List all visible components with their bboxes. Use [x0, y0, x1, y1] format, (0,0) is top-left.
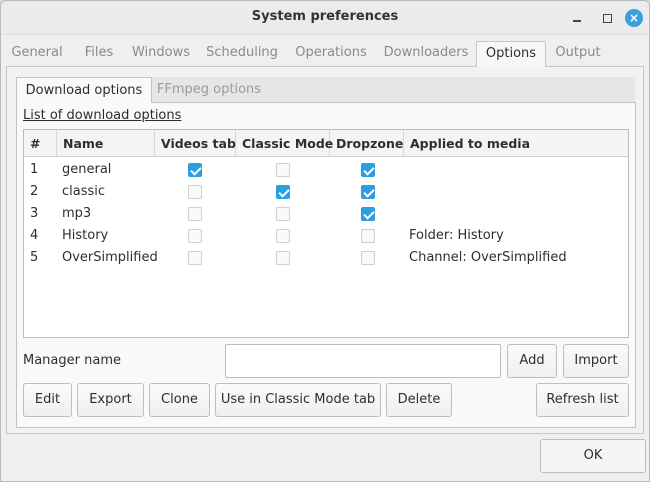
refresh-list-button[interactable]: Refresh list [536, 383, 629, 417]
edit-button[interactable]: Edit [23, 383, 72, 417]
row-name: OverSimplified [62, 250, 158, 265]
delete-button[interactable]: Delete [386, 383, 452, 417]
row-number: 2 [30, 184, 39, 199]
tab-output[interactable]: Output [548, 41, 608, 67]
tab-download-options[interactable]: Download options [16, 77, 152, 103]
maximize-icon [602, 13, 612, 23]
maximize-button[interactable] [598, 9, 616, 27]
tab-general[interactable]: General [7, 41, 67, 67]
videos-tab-checkbox[interactable] [188, 207, 202, 221]
close-button[interactable]: × [625, 9, 643, 27]
row-name: classic [62, 184, 106, 199]
tab-options[interactable]: Options [476, 41, 546, 67]
manager-name-input[interactable] [225, 344, 501, 378]
column-header-videos-tab[interactable]: Videos tab [155, 130, 236, 157]
ok-button[interactable]: OK [540, 439, 646, 473]
classic-mode-checkbox[interactable] [276, 163, 290, 177]
table-row[interactable]: 1 general [24, 159, 628, 181]
tab-files[interactable]: Files [75, 41, 123, 67]
row-name: History [62, 228, 109, 243]
row-applied-to-media: Channel: OverSimplified [409, 250, 567, 265]
table-header: # Name Videos tab Classic Mode Dropzone … [24, 130, 628, 157]
tab-windows[interactable]: Windows [128, 41, 194, 67]
row-name: mp3 [62, 206, 92, 221]
dropzone-checkbox[interactable] [361, 163, 375, 177]
column-header-classic-mode[interactable]: Classic Mode [236, 130, 333, 157]
row-number: 5 [30, 250, 39, 265]
preferences-window: System preferences × General Files Windo… [0, 0, 650, 482]
download-options-table[interactable]: # Name Videos tab Classic Mode Dropzone … [23, 129, 629, 338]
tab-scheduling[interactable]: Scheduling [202, 41, 282, 67]
classic-mode-checkbox[interactable] [276, 185, 290, 199]
minimize-icon [573, 20, 581, 22]
row-number: 1 [30, 162, 39, 177]
manager-name-label: Manager name [23, 353, 121, 368]
videos-tab-checkbox[interactable] [188, 251, 202, 265]
dropzone-checkbox[interactable] [361, 229, 375, 243]
use-in-classic-mode-button[interactable]: Use in Classic Mode tab [215, 383, 381, 417]
column-header-name[interactable]: Name [57, 130, 155, 157]
dropzone-checkbox[interactable] [361, 185, 375, 199]
classic-mode-checkbox[interactable] [276, 251, 290, 265]
row-name: general [62, 162, 112, 177]
tab-ffmpeg-options[interactable]: FFmpeg options [151, 77, 267, 103]
window-title: System preferences [251, 9, 399, 24]
videos-tab-checkbox[interactable] [188, 163, 202, 177]
add-button[interactable]: Add [507, 344, 557, 378]
column-header-applied-to-media[interactable]: Applied to media [404, 130, 628, 157]
table-row[interactable]: 4 History Folder: History [24, 225, 628, 247]
tab-downloaders[interactable]: Downloaders [379, 41, 473, 67]
titlebar: System preferences × [1, 1, 649, 35]
videos-tab-checkbox[interactable] [188, 185, 202, 199]
column-header-number[interactable]: # [24, 130, 57, 157]
clone-button[interactable]: Clone [149, 383, 210, 417]
dropzone-checkbox[interactable] [361, 251, 375, 265]
list-title: List of download options [23, 108, 182, 123]
table-row[interactable]: 2 classic [24, 181, 628, 203]
table-row[interactable]: 5 OverSimplified Channel: OverSimplified [24, 247, 628, 269]
export-button[interactable]: Export [77, 383, 144, 417]
minimize-button[interactable] [568, 9, 586, 27]
close-icon: × [628, 11, 640, 25]
videos-tab-checkbox[interactable] [188, 229, 202, 243]
row-number: 4 [30, 228, 39, 243]
table-row[interactable]: 3 mp3 [24, 203, 628, 225]
import-button[interactable]: Import [563, 344, 629, 378]
row-number: 3 [30, 206, 39, 221]
column-header-dropzone[interactable]: Dropzone [330, 130, 404, 157]
row-applied-to-media: Folder: History [409, 228, 504, 243]
dropzone-checkbox[interactable] [361, 207, 375, 221]
classic-mode-checkbox[interactable] [276, 229, 290, 243]
classic-mode-checkbox[interactable] [276, 207, 290, 221]
tab-operations[interactable]: Operations [291, 41, 371, 67]
